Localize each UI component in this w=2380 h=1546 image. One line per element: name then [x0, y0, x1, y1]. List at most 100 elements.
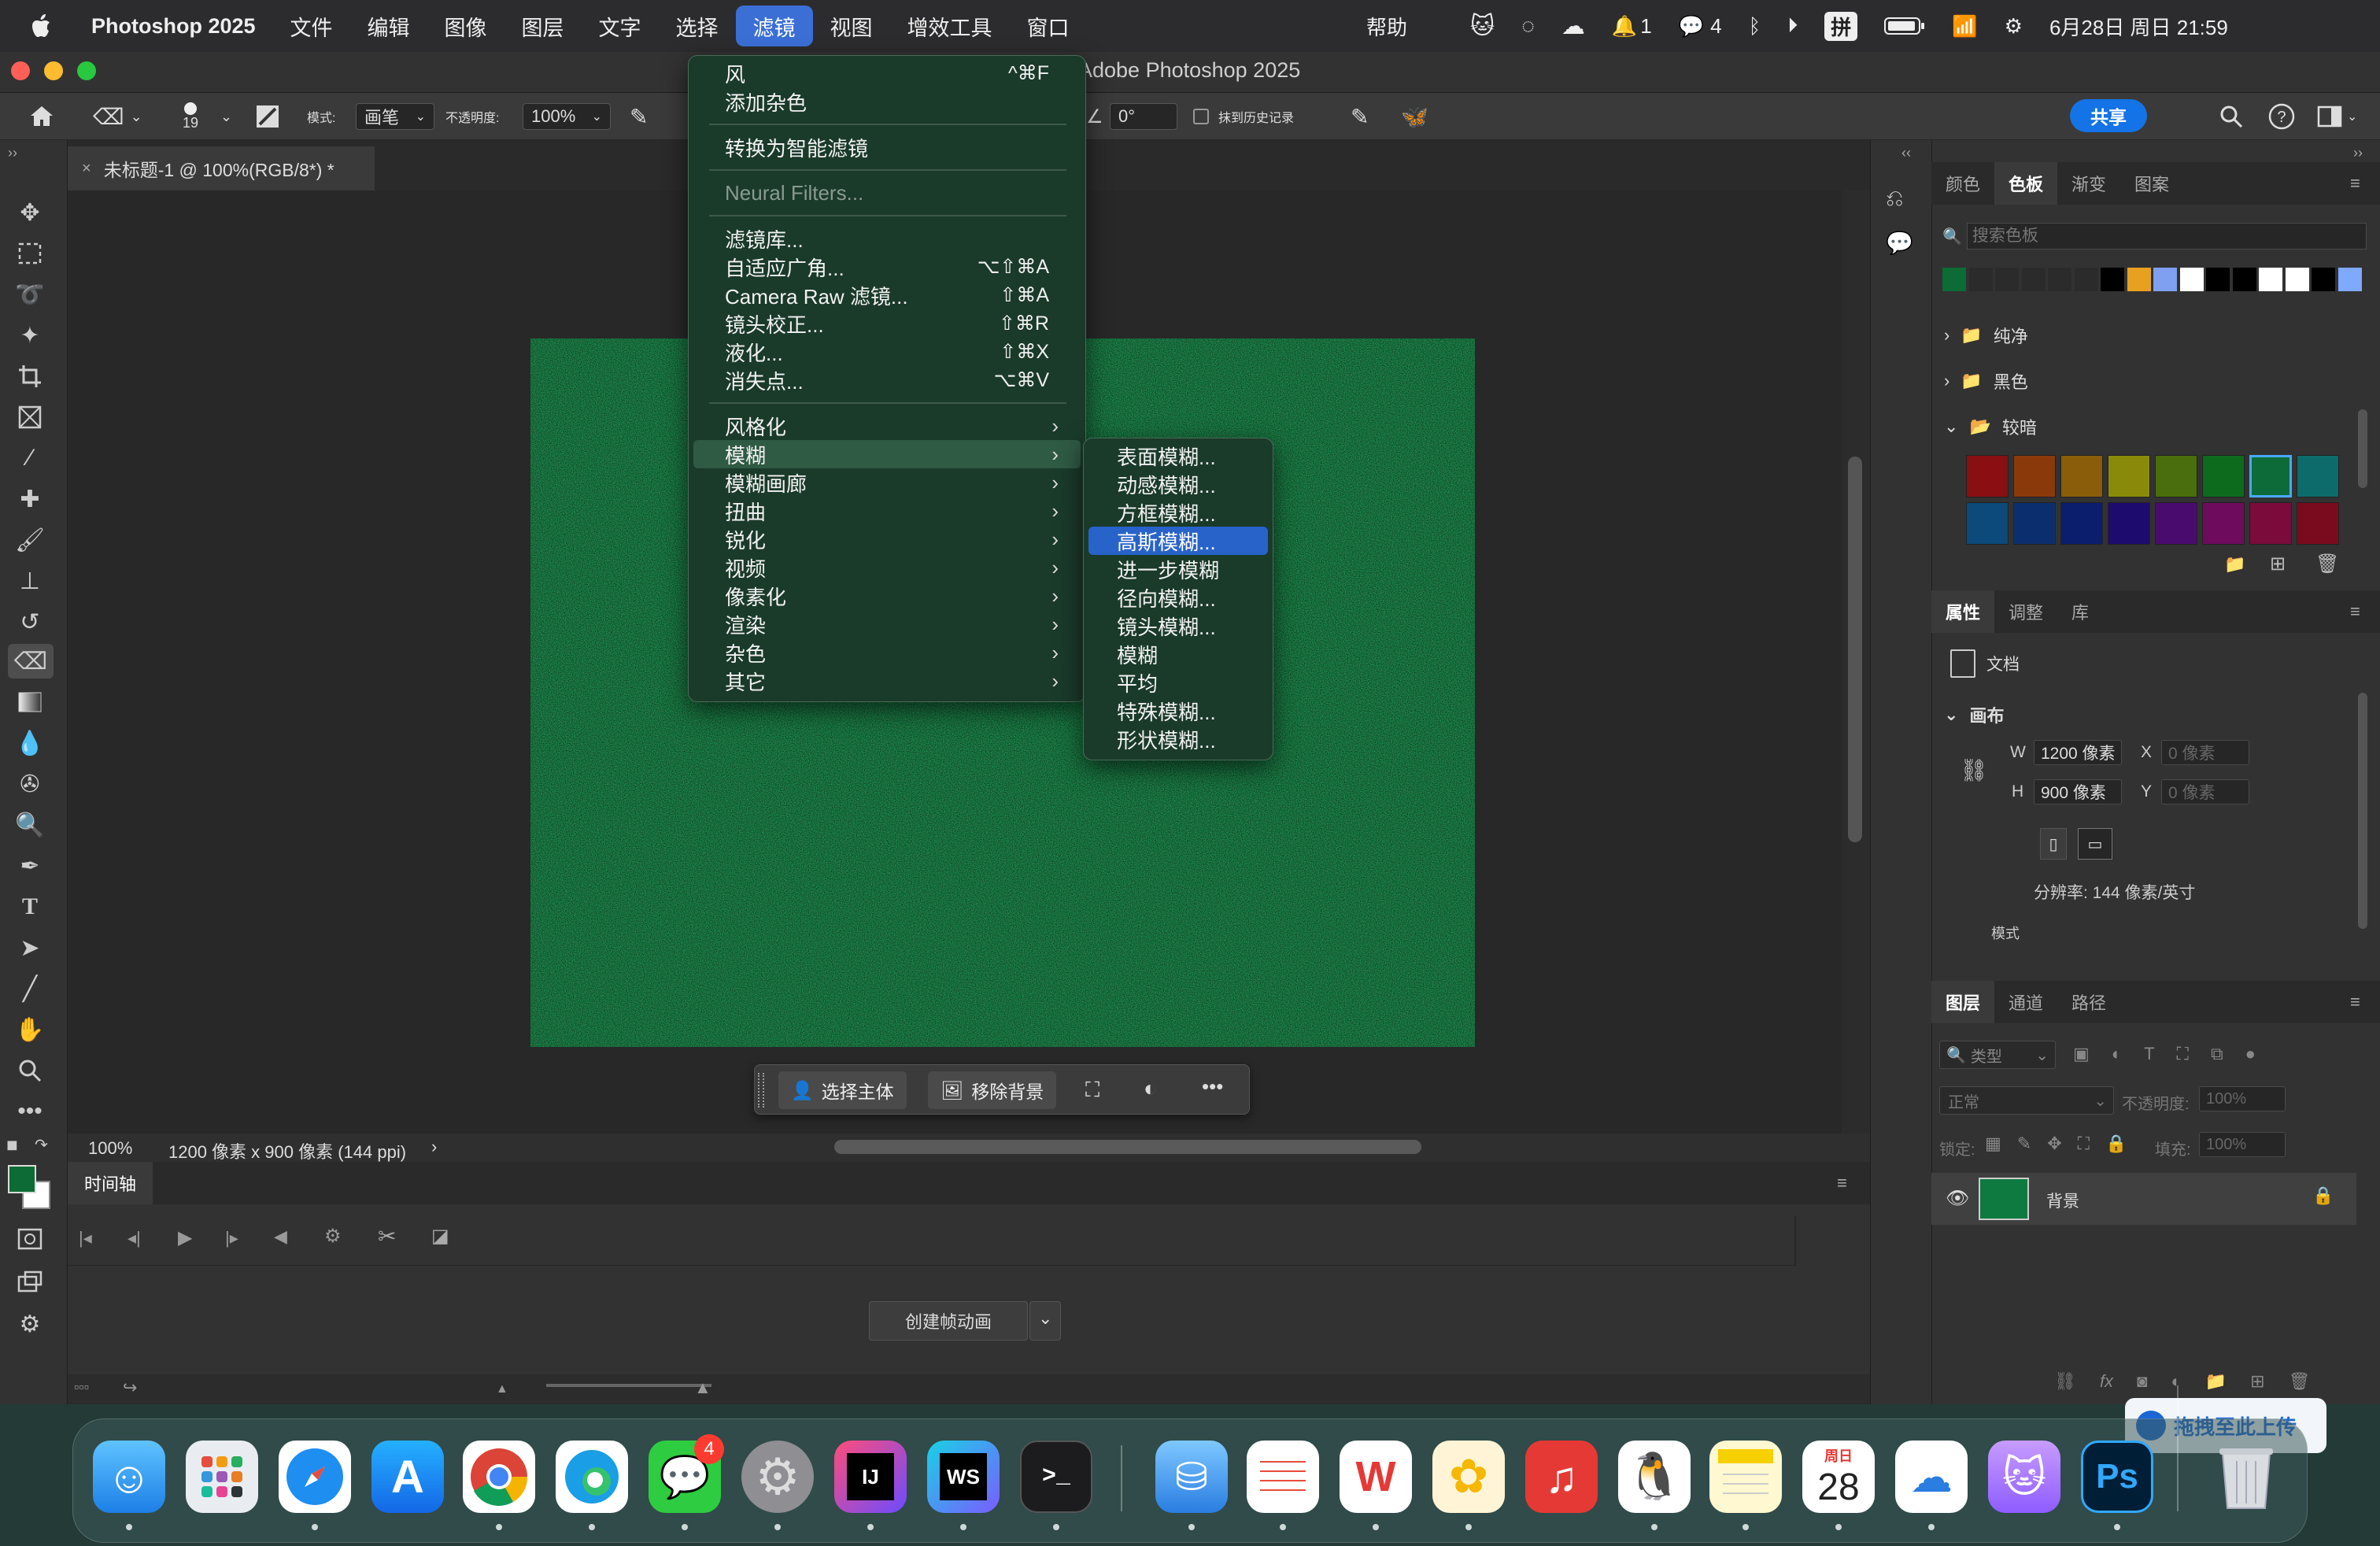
color-swatch[interactable]: [2060, 455, 2103, 497]
menu-edit[interactable]: 编辑: [350, 6, 427, 46]
tab-adjustments[interactable]: 调整: [1994, 590, 2057, 633]
workspace-switcher[interactable]: ⌄: [2317, 93, 2357, 140]
recent-swatch[interactable]: [2206, 268, 2230, 291]
color-swatch[interactable]: [1966, 502, 2009, 545]
menu-item-blur-gallery[interactable]: 模糊画廊 ›: [689, 468, 1085, 497]
dock-photoshop[interactable]: Ps: [2081, 1441, 2153, 1513]
collapse-tools-icon[interactable]: ››: [8, 145, 17, 161]
bluetooth-icon[interactable]: ᛒ: [1749, 14, 1761, 39]
apple-menu[interactable]: [0, 6, 74, 46]
menu-view[interactable]: 视图: [813, 6, 890, 46]
frame-tool-icon[interactable]: [13, 400, 47, 435]
fill-field[interactable]: 100%: [2199, 1132, 2286, 1157]
brush-size-picker[interactable]: 19: [183, 93, 198, 140]
wifi-icon[interactable]: 📶: [1952, 14, 1977, 39]
eyedropper-tool-icon[interactable]: ⁄: [13, 441, 47, 475]
menu-layer[interactable]: 图层: [504, 6, 582, 46]
delete-layer-icon[interactable]: 🗑: [2289, 1371, 2311, 1392]
menu-item-sharpen[interactable]: 锐化 ›: [689, 525, 1085, 553]
pressure-opacity-icon[interactable]: ✎: [630, 93, 648, 140]
recent-swatch[interactable]: [2232, 268, 2256, 291]
lock-transparent-icon[interactable]: ▦: [1985, 1134, 2001, 1154]
zoom-in-mountain-icon[interactable]: ▲: [694, 1378, 711, 1398]
portrait-orientation-icon[interactable]: ▯: [2040, 828, 2067, 860]
canvas-section[interactable]: ⌄ 画布: [1944, 702, 2004, 727]
menu-item-render[interactable]: 渲染 ›: [689, 610, 1085, 638]
settings-gear-icon[interactable]: ⚙: [324, 1225, 342, 1248]
x-field[interactable]: 0 像素: [2161, 740, 2249, 765]
next-frame-icon[interactable]: |▸: [225, 1228, 238, 1248]
close-window-button[interactable]: [11, 61, 30, 80]
zoom-out-mountain-icon[interactable]: ▲: [496, 1382, 508, 1396]
brush-chevron-icon[interactable]: ⌄: [220, 93, 232, 140]
lock-all-icon[interactable]: 🔒: [2105, 1134, 2127, 1154]
screen-mode-icon[interactable]: [13, 1264, 47, 1299]
menu-item-lens-correction[interactable]: 镜头校正... ⇧⌘R: [689, 309, 1085, 338]
comments-panel-icon[interactable]: 💬: [1886, 230, 1913, 256]
tab-color[interactable]: 颜色: [1931, 162, 1994, 205]
menu-item-convert-smart-filter[interactable]: 转换为智能滤镜: [689, 133, 1085, 161]
y-field[interactable]: 0 像素: [2161, 779, 2249, 804]
layer-kind-filter[interactable]: 🔍 类型 ⌄: [1939, 1041, 2056, 1069]
new-group-icon[interactable]: 📁: [2205, 1371, 2227, 1392]
recent-swatch[interactable]: [1968, 268, 1993, 291]
color-swatch[interactable]: [2297, 502, 2339, 545]
dock-app-store[interactable]: A: [371, 1441, 444, 1513]
color-swatch[interactable]: [2108, 502, 2150, 545]
dock-app-cleaner[interactable]: ⛁: [1155, 1441, 1228, 1513]
swatches-scrollbar[interactable]: [2358, 409, 2367, 488]
color-swatch[interactable]: [2249, 455, 2292, 497]
swap-colors-icon[interactable]: ↷: [35, 1135, 48, 1155]
panel-menu-icon[interactable]: ≡: [2350, 173, 2367, 193]
search-icon[interactable]: [2219, 93, 2243, 140]
menu-item-lens-blur[interactable]: 镜头模糊...: [1084, 612, 1273, 640]
dock-system-settings[interactable]: ⚙: [741, 1441, 814, 1513]
menu-item-gaussian-blur[interactable]: 高斯模糊...: [1088, 527, 1268, 555]
foreground-color-front[interactable]: [8, 1165, 36, 1193]
menu-item-blur[interactable]: 模糊: [1084, 640, 1273, 668]
transition-icon[interactable]: ◪: [431, 1225, 449, 1248]
recent-swatch[interactable]: [2312, 268, 2335, 291]
clone-stamp-tool-icon[interactable]: ⊥: [13, 564, 47, 598]
frame-view-icon[interactable]: ▫▫▫: [74, 1379, 89, 1396]
color-swatch[interactable]: [2108, 455, 2150, 497]
eraser-tool-icon[interactable]: ⌫: [8, 644, 54, 679]
eye-visibility-icon[interactable]: 👁: [1946, 1187, 1969, 1210]
menu-plugins[interactable]: 增效工具: [890, 6, 1010, 46]
delete-swatch-icon[interactable]: 🗑: [2315, 553, 2339, 575]
opacity-field[interactable]: 100% ⌄: [523, 93, 611, 140]
menu-item-wind[interactable]: 风 ^⌘F: [689, 59, 1085, 87]
more-tools-icon[interactable]: •••: [13, 1094, 47, 1129]
lock-move-icon[interactable]: ✥: [2047, 1134, 2061, 1154]
scissors-icon[interactable]: ✂: [378, 1223, 396, 1249]
dock-calendar[interactable]: 周日 28: [1802, 1441, 1875, 1513]
mode-select[interactable]: 画笔 ⌄: [356, 93, 434, 140]
menu-type[interactable]: 文字: [582, 6, 659, 46]
menu-item-blur[interactable]: 模糊 ›: [693, 440, 1081, 468]
menu-item-add-noise[interactable]: 添加杂色: [689, 87, 1085, 116]
properties-scrollbar[interactable]: [2358, 693, 2367, 929]
tab-paths[interactable]: 路径: [2057, 981, 2120, 1023]
color-swatch[interactable]: [2155, 455, 2197, 497]
convert-icon[interactable]: ↪: [123, 1378, 137, 1398]
adjust-icon[interactable]: ◐: [1144, 1076, 1157, 1101]
tab-layers[interactable]: 图层: [1931, 981, 1995, 1023]
filter-pixel-icon[interactable]: ▣: [2073, 1044, 2090, 1064]
path-selection-tool-icon[interactable]: ➤: [13, 930, 47, 965]
brush-settings-icon[interactable]: [255, 93, 280, 140]
edit-toolbar-icon[interactable]: ⚙: [13, 1307, 47, 1341]
filter-smart-icon[interactable]: ⧉: [2211, 1044, 2223, 1064]
menu-item-camera-raw[interactable]: Camera Raw 滤镜... ⇧⌘A: [689, 281, 1085, 309]
blur-tool-icon[interactable]: 💧: [13, 726, 47, 760]
minimize-window-button[interactable]: [44, 61, 63, 80]
recent-swatch[interactable]: [2153, 268, 2177, 291]
remove-background-button[interactable]: 🖼 移除背景: [928, 1071, 1057, 1109]
collapse-strip-icon[interactable]: ‹‹: [1901, 145, 1911, 161]
recent-swatch[interactable]: [2074, 268, 2098, 291]
tab-swatches[interactable]: 色板: [1994, 162, 2058, 205]
menu-item-box-blur[interactable]: 方框模糊...: [1084, 498, 1273, 527]
select-subject-button[interactable]: 👤 选择主体: [778, 1071, 907, 1109]
input-method[interactable]: 拼: [1824, 11, 1858, 41]
recent-swatch[interactable]: [2285, 268, 2309, 291]
play-icon[interactable]: ▶: [178, 1226, 192, 1249]
